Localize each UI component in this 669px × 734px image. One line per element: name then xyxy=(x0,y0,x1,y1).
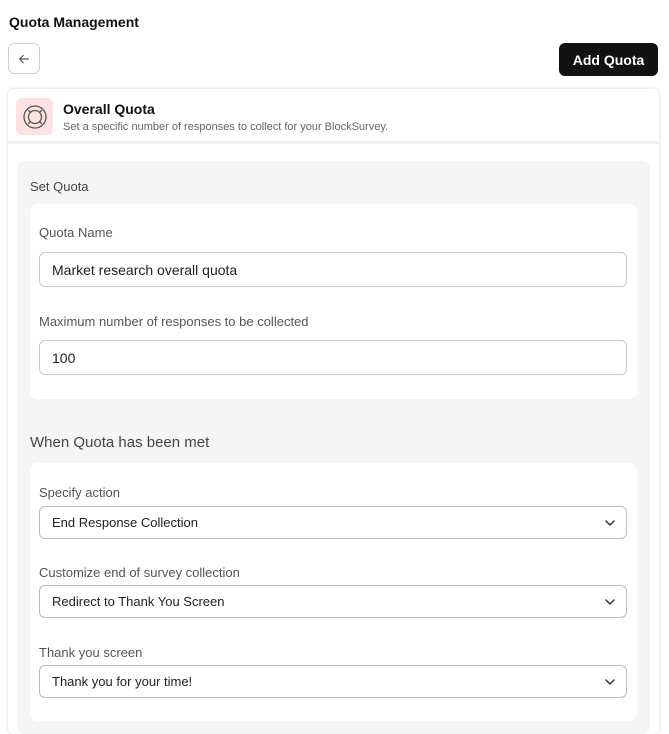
when-met-heading: When Quota has been met xyxy=(30,434,210,451)
back-button[interactable] xyxy=(8,43,40,74)
quota-settings: Set Quota Quota Name Maximum number of r… xyxy=(17,161,650,734)
specify-action-label: Specify action xyxy=(39,485,120,500)
card-header: Overall Quota Set a specific number of r… xyxy=(8,89,659,144)
overall-quota-card: Overall Quota Set a specific number of r… xyxy=(8,89,659,734)
customize-end-value: Redirect to Thank You Screen xyxy=(52,594,225,609)
add-quota-button[interactable]: Add Quota xyxy=(559,43,658,76)
customize-end-label: Customize end of survey collection xyxy=(39,565,240,580)
chevron-down-icon xyxy=(604,596,616,608)
thank-you-screen-value: Thank you for your time! xyxy=(52,674,193,689)
quota-name-label: Quota Name xyxy=(39,225,113,240)
card-title: Overall Quota xyxy=(63,101,155,117)
arrow-left-icon xyxy=(17,52,31,66)
chevron-down-icon xyxy=(604,517,616,529)
when-met-panel: Specify action End Response Collection C… xyxy=(30,463,637,721)
target-icon xyxy=(16,98,53,135)
specify-action-value: End Response Collection xyxy=(52,515,198,530)
max-responses-input[interactable] xyxy=(39,340,627,375)
card-subtitle: Set a specific number of responses to co… xyxy=(63,121,389,133)
specify-action-select[interactable]: End Response Collection xyxy=(39,506,627,539)
quota-name-input[interactable] xyxy=(39,252,627,287)
set-quota-label: Set Quota xyxy=(30,179,89,194)
max-responses-label: Maximum number of responses to be collec… xyxy=(39,314,309,329)
customize-end-select[interactable]: Redirect to Thank You Screen xyxy=(39,585,627,618)
thank-you-screen-select[interactable]: Thank you for your time! xyxy=(39,665,627,698)
set-quota-panel: Quota Name Maximum number of responses t… xyxy=(30,204,637,399)
page-title: Quota Management xyxy=(9,14,139,30)
thank-you-screen-label: Thank you screen xyxy=(39,645,143,660)
chevron-down-icon xyxy=(604,676,616,688)
